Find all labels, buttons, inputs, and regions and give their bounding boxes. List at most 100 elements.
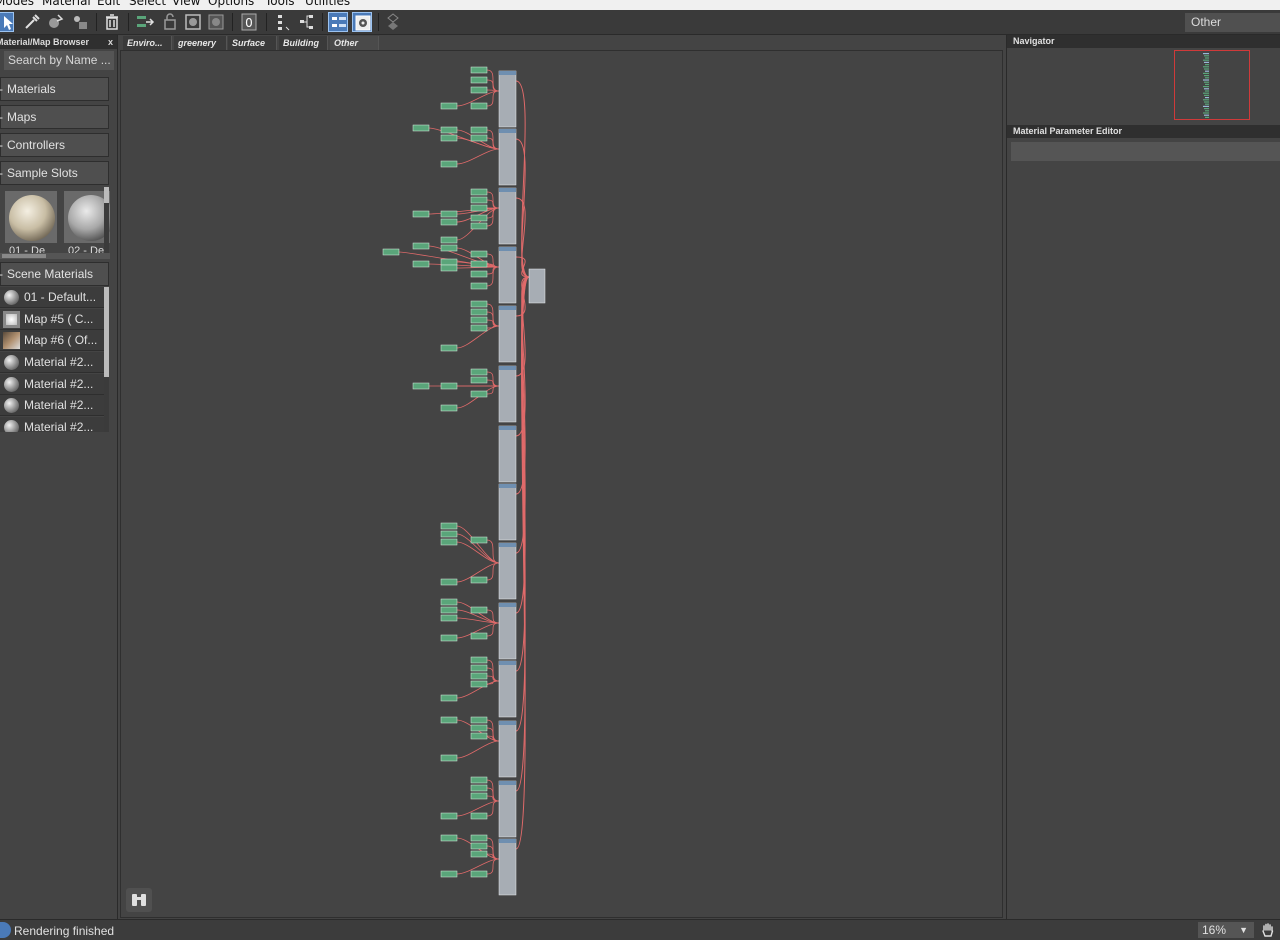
map-node[interactable] — [440, 344, 458, 352]
map-node[interactable] — [440, 754, 458, 762]
map-node[interactable] — [470, 270, 488, 278]
search-input[interactable]: Search by Name ... — [4, 51, 114, 70]
menu-view[interactable]: View — [172, 0, 200, 8]
map-node[interactable] — [470, 850, 488, 858]
eyedropper-icon[interactable] — [22, 12, 42, 32]
map-node[interactable] — [440, 578, 458, 586]
map-node[interactable] — [440, 694, 458, 702]
map-node[interactable] — [470, 390, 488, 398]
menu-modes[interactable]: Modes — [0, 0, 34, 8]
map-node[interactable] — [440, 218, 458, 226]
map-node[interactable] — [382, 248, 400, 256]
material-node[interactable] — [498, 128, 517, 186]
layout-all-icon[interactable] — [272, 12, 292, 32]
select-tool-icon[interactable] — [0, 12, 14, 32]
map-node[interactable] — [440, 522, 458, 530]
sample-slots-h-scrollbar[interactable] — [0, 253, 110, 259]
map-node[interactable] — [470, 870, 488, 878]
sample-slot-zero-icon[interactable]: 0 — [239, 12, 259, 32]
map-node[interactable] — [470, 576, 488, 584]
map-node[interactable] — [412, 210, 430, 218]
assign-to-selection-icon[interactable] — [70, 12, 90, 32]
material-node[interactable] — [498, 70, 517, 128]
list-item[interactable]: Material #2... — [0, 352, 104, 373]
map-node[interactable] — [470, 308, 488, 316]
map-node[interactable] — [470, 188, 488, 196]
map-node[interactable] — [470, 376, 488, 384]
map-node[interactable] — [440, 382, 458, 390]
material-node[interactable] — [498, 542, 517, 600]
list-item[interactable]: 01 - Default... — [0, 287, 104, 308]
map-node[interactable] — [470, 664, 488, 672]
map-node[interactable] — [440, 264, 458, 272]
material-map-browser-toggle-icon[interactable] — [328, 12, 348, 32]
navigator-view[interactable] — [1007, 49, 1280, 123]
map-node[interactable] — [470, 102, 488, 110]
map-node[interactable] — [470, 196, 488, 204]
map-node[interactable] — [470, 776, 488, 784]
material-node[interactable] — [498, 838, 517, 896]
menu-options[interactable]: Options — [208, 0, 254, 8]
map-node[interactable] — [470, 126, 488, 134]
material-node[interactable] — [498, 602, 517, 660]
map-node[interactable] — [470, 834, 488, 842]
list-item[interactable]: Material #2... — [0, 395, 104, 416]
material-node[interactable] — [498, 187, 517, 245]
menu-material[interactable]: Material — [42, 0, 91, 8]
map-node[interactable] — [440, 614, 458, 622]
show-background-icon[interactable] — [206, 12, 226, 32]
material-node[interactable] — [498, 305, 517, 363]
map-node[interactable] — [470, 536, 488, 544]
map-node[interactable] — [440, 870, 458, 878]
map-node[interactable] — [412, 242, 430, 250]
map-node[interactable] — [470, 632, 488, 640]
map-node[interactable] — [470, 86, 488, 94]
close-icon[interactable]: x — [108, 35, 113, 49]
show-map-icon[interactable] — [183, 12, 203, 32]
navigator-view-frame[interactable] — [1174, 50, 1250, 120]
parameter-editor-toggle-icon[interactable] — [352, 12, 372, 32]
map-node[interactable] — [470, 214, 488, 222]
map-node[interactable] — [412, 124, 430, 132]
map-node[interactable] — [440, 160, 458, 168]
map-node[interactable] — [470, 76, 488, 84]
map-node[interactable] — [470, 812, 488, 820]
tab-other[interactable]: Other — [330, 36, 379, 50]
map-node[interactable] — [440, 812, 458, 820]
map-node[interactable] — [440, 134, 458, 142]
map-node[interactable] — [470, 66, 488, 74]
rollout-scene-materials[interactable]: - Scene Materials — [0, 262, 109, 286]
list-item[interactable]: Material #2... — [0, 417, 104, 432]
list-item[interactable]: Map #5 ( C... — [0, 309, 104, 330]
map-node[interactable] — [470, 716, 488, 724]
tab-greenery[interactable]: greenery — [174, 36, 227, 50]
map-node[interactable] — [470, 680, 488, 688]
parameter-editor-field[interactable] — [1011, 142, 1280, 161]
list-item[interactable]: Map #6 ( Of... — [0, 330, 104, 351]
map-node[interactable] — [440, 598, 458, 606]
map-node[interactable] — [470, 724, 488, 732]
menu-utilities[interactable]: Utilities — [305, 0, 350, 8]
delete-icon[interactable] — [102, 12, 122, 32]
map-node[interactable] — [440, 102, 458, 110]
scene-materials-scrollbar[interactable] — [104, 287, 109, 432]
map-node[interactable] — [470, 784, 488, 792]
map-node[interactable] — [412, 260, 430, 268]
map-node[interactable] — [470, 134, 488, 142]
node-view[interactable] — [120, 50, 1003, 918]
map-node[interactable] — [440, 258, 458, 266]
navigate-binoculars-button[interactable] — [126, 888, 152, 912]
tab-surface[interactable]: Surface — [228, 36, 277, 50]
view-selector[interactable]: Other — [1185, 13, 1280, 32]
layout-children-icon[interactable] — [296, 12, 316, 32]
map-node[interactable] — [440, 606, 458, 614]
tab-environment[interactable]: Enviro... — [123, 36, 172, 50]
map-node[interactable] — [470, 316, 488, 324]
rollout-controllers[interactable]: - Controllers — [0, 133, 109, 157]
material-node[interactable] — [498, 365, 517, 423]
select-by-material-icon[interactable] — [384, 12, 404, 32]
map-node[interactable] — [470, 204, 488, 212]
map-node[interactable] — [470, 300, 488, 308]
hide-unused-icon[interactable] — [160, 12, 180, 32]
material-node[interactable] — [498, 780, 517, 838]
